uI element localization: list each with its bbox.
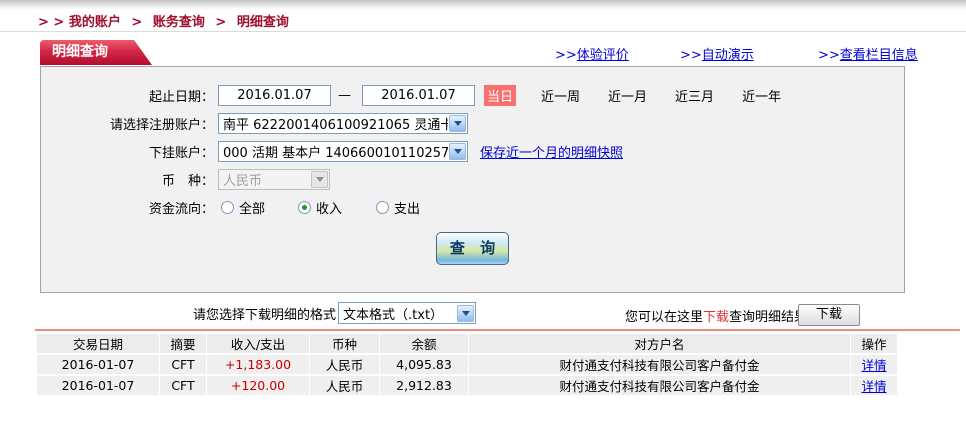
quick-range-1[interactable]: 近一周 — [538, 85, 583, 106]
date-range-row: 起止日期： — 当日 近一周 近一月 近三月 近一年 — [41, 84, 904, 106]
cell-balance: 4,095.83 — [380, 355, 469, 376]
quick-range-2[interactable]: 近一月 — [605, 85, 650, 106]
chevron-down-icon[interactable] — [457, 305, 474, 322]
col-header-counterparty: 对方户名 — [469, 334, 851, 355]
register-account-label: 请选择注册账户： — [41, 114, 214, 133]
chevron-down-icon[interactable] — [449, 115, 466, 132]
currency-label: 币 种： — [41, 170, 214, 189]
breadcrumb: > > 我的账户 > 账务查询 > 明细查询 — [38, 11, 289, 30]
date-range-label: 起止日期： — [41, 86, 214, 105]
cell-summary: CFT — [160, 376, 207, 397]
flow-option-1[interactable]: 收入 — [298, 198, 342, 217]
top-gradient-bar — [0, 0, 966, 10]
col-header-amount: 收入/支出 — [207, 334, 310, 355]
cell-currency: 人民币 — [310, 376, 380, 397]
download-hint-highlight: 下载 — [703, 310, 729, 325]
detail-link[interactable]: 详情 — [861, 379, 886, 394]
flow-option-0[interactable]: 全部 — [221, 198, 265, 217]
currency-select-disabled: 人民币 — [218, 169, 330, 190]
link-auto-demo[interactable]: >>自动演示 — [680, 44, 754, 63]
radio-icon[interactable] — [221, 201, 234, 214]
sub-account-row: 下挂账户： 000 活期 基本户 1406600101102571848 保存近… — [41, 140, 904, 162]
date-from-input[interactable] — [218, 85, 331, 106]
cell-date: 2016-01-07 — [37, 355, 160, 376]
quick-range-4[interactable]: 近一年 — [739, 85, 784, 106]
download-format-row: 请您选择下载明细的格式 文本格式（.txt） — [193, 302, 476, 324]
date-to-input[interactable] — [362, 85, 475, 106]
download-format-select[interactable]: 文本格式（.txt） — [338, 302, 476, 324]
chevron-down-icon[interactable] — [449, 143, 466, 160]
link-experience-rating[interactable]: >>体验评价 — [555, 44, 629, 63]
col-header-action: 操作 — [851, 334, 898, 355]
cell-amount: +1,183.00 — [207, 355, 310, 376]
flow-option-2[interactable]: 支出 — [376, 198, 420, 217]
sub-account-select[interactable]: 000 活期 基本户 1406600101102571848 — [218, 141, 468, 162]
fund-flow-label: 资金流向： — [41, 198, 214, 217]
detail-link[interactable]: 详情 — [861, 358, 886, 373]
breadcrumb-prefix: > > — [38, 15, 64, 30]
cell-balance: 2,912.83 — [380, 376, 469, 397]
sub-account-label: 下挂账户： — [41, 142, 214, 161]
cell-date: 2016-01-07 — [37, 376, 160, 397]
download-hint: 您可以在这里下载查询明细结果 — [625, 306, 807, 325]
register-account-row: 请选择注册账户： 南平 6222001406100921065 灵通卡 — [41, 112, 904, 134]
transactions-table: 交易日期 摘要 收入/支出 币种 余额 对方户名 操作 2016-01-07 C… — [37, 334, 898, 397]
table-header-row: 交易日期 摘要 收入/支出 币种 余额 对方户名 操作 — [37, 334, 898, 355]
radio-icon[interactable] — [298, 201, 311, 214]
header-divider — [0, 31, 966, 32]
currency-row: 币 种： 人民币 — [41, 168, 904, 190]
radio-icon[interactable] — [376, 201, 389, 214]
cell-amount: +120.00 — [207, 376, 310, 397]
top-links: >>体验评价 >>自动演示 >>查看栏目信息 — [0, 44, 966, 62]
quick-range-0[interactable]: 当日 — [484, 85, 516, 106]
table-row: 2016-01-07 CFT +1,183.00 人民币 4,095.83 财付… — [37, 355, 898, 376]
query-button[interactable]: 查 询 — [436, 232, 509, 265]
cell-counterparty: 财付通支付科技有限公司客户备付金 — [469, 376, 851, 397]
fund-flow-row: 资金流向： 全部 收入 支出 — [41, 196, 904, 218]
col-header-summary: 摘要 — [160, 334, 207, 355]
download-format-label: 请您选择下载明细的格式 — [193, 304, 336, 323]
cell-counterparty: 财付通支付科技有限公司客户备付金 — [469, 355, 851, 376]
col-header-date: 交易日期 — [37, 334, 160, 355]
table-row: 2016-01-07 CFT +120.00 人民币 2,912.83 财付通支… — [37, 376, 898, 397]
download-button[interactable]: 下载 — [798, 304, 860, 326]
chevron-down-icon — [311, 171, 328, 188]
cell-currency: 人民币 — [310, 355, 380, 376]
breadcrumb-item-account-query[interactable]: 账务查询 — [153, 15, 205, 30]
link-view-column-info[interactable]: >>查看栏目信息 — [818, 44, 918, 63]
register-account-select[interactable]: 南平 6222001406100921065 灵通卡 — [218, 113, 468, 134]
quick-range-3[interactable]: 近三月 — [672, 85, 717, 106]
col-header-currency: 币种 — [310, 334, 380, 355]
breadcrumb-item-detail-query[interactable]: 明细查询 — [237, 15, 289, 30]
cell-summary: CFT — [160, 355, 207, 376]
breadcrumb-separator: > — [215, 15, 226, 30]
query-form-panel: 起止日期： — 当日 近一周 近一月 近三月 近一年 请选择注册账户： 南平 6… — [40, 66, 905, 293]
breadcrumb-item-my-account[interactable]: 我的账户 — [69, 15, 121, 30]
page: > > 我的账户 > 账务查询 > 明细查询 明细查询 >>体验评价 >>自动演… — [0, 0, 966, 426]
col-header-balance: 余额 — [380, 334, 469, 355]
save-monthly-snapshot-link[interactable]: 保存近一个月的明细快照 — [480, 142, 623, 161]
table-separator-line — [35, 329, 960, 331]
date-dash: — — [338, 88, 351, 103]
breadcrumb-separator: > — [131, 15, 142, 30]
